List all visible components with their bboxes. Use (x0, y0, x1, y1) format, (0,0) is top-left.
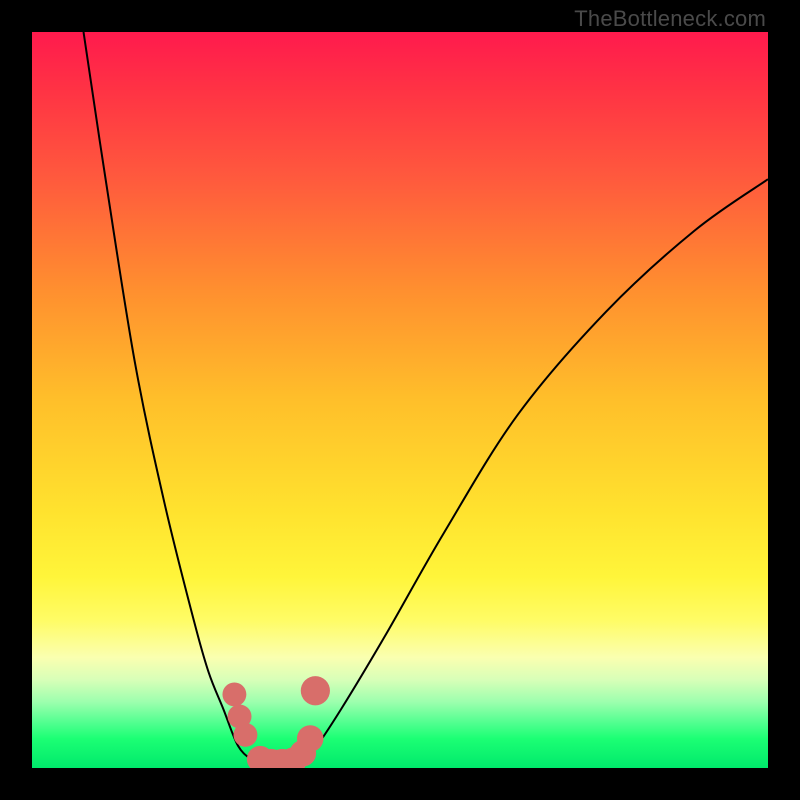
marker-dot (222, 682, 246, 706)
marker-dot (301, 676, 330, 705)
right-curve (297, 179, 768, 768)
curves-svg (32, 32, 768, 768)
marker-dot (297, 725, 324, 752)
trough-markers (222, 676, 330, 768)
plot-area (32, 32, 768, 768)
marker-dot (233, 723, 257, 747)
left-curve (84, 32, 264, 768)
chart-frame: TheBottleneck.com (0, 0, 800, 800)
watermark-text: TheBottleneck.com (574, 6, 766, 32)
